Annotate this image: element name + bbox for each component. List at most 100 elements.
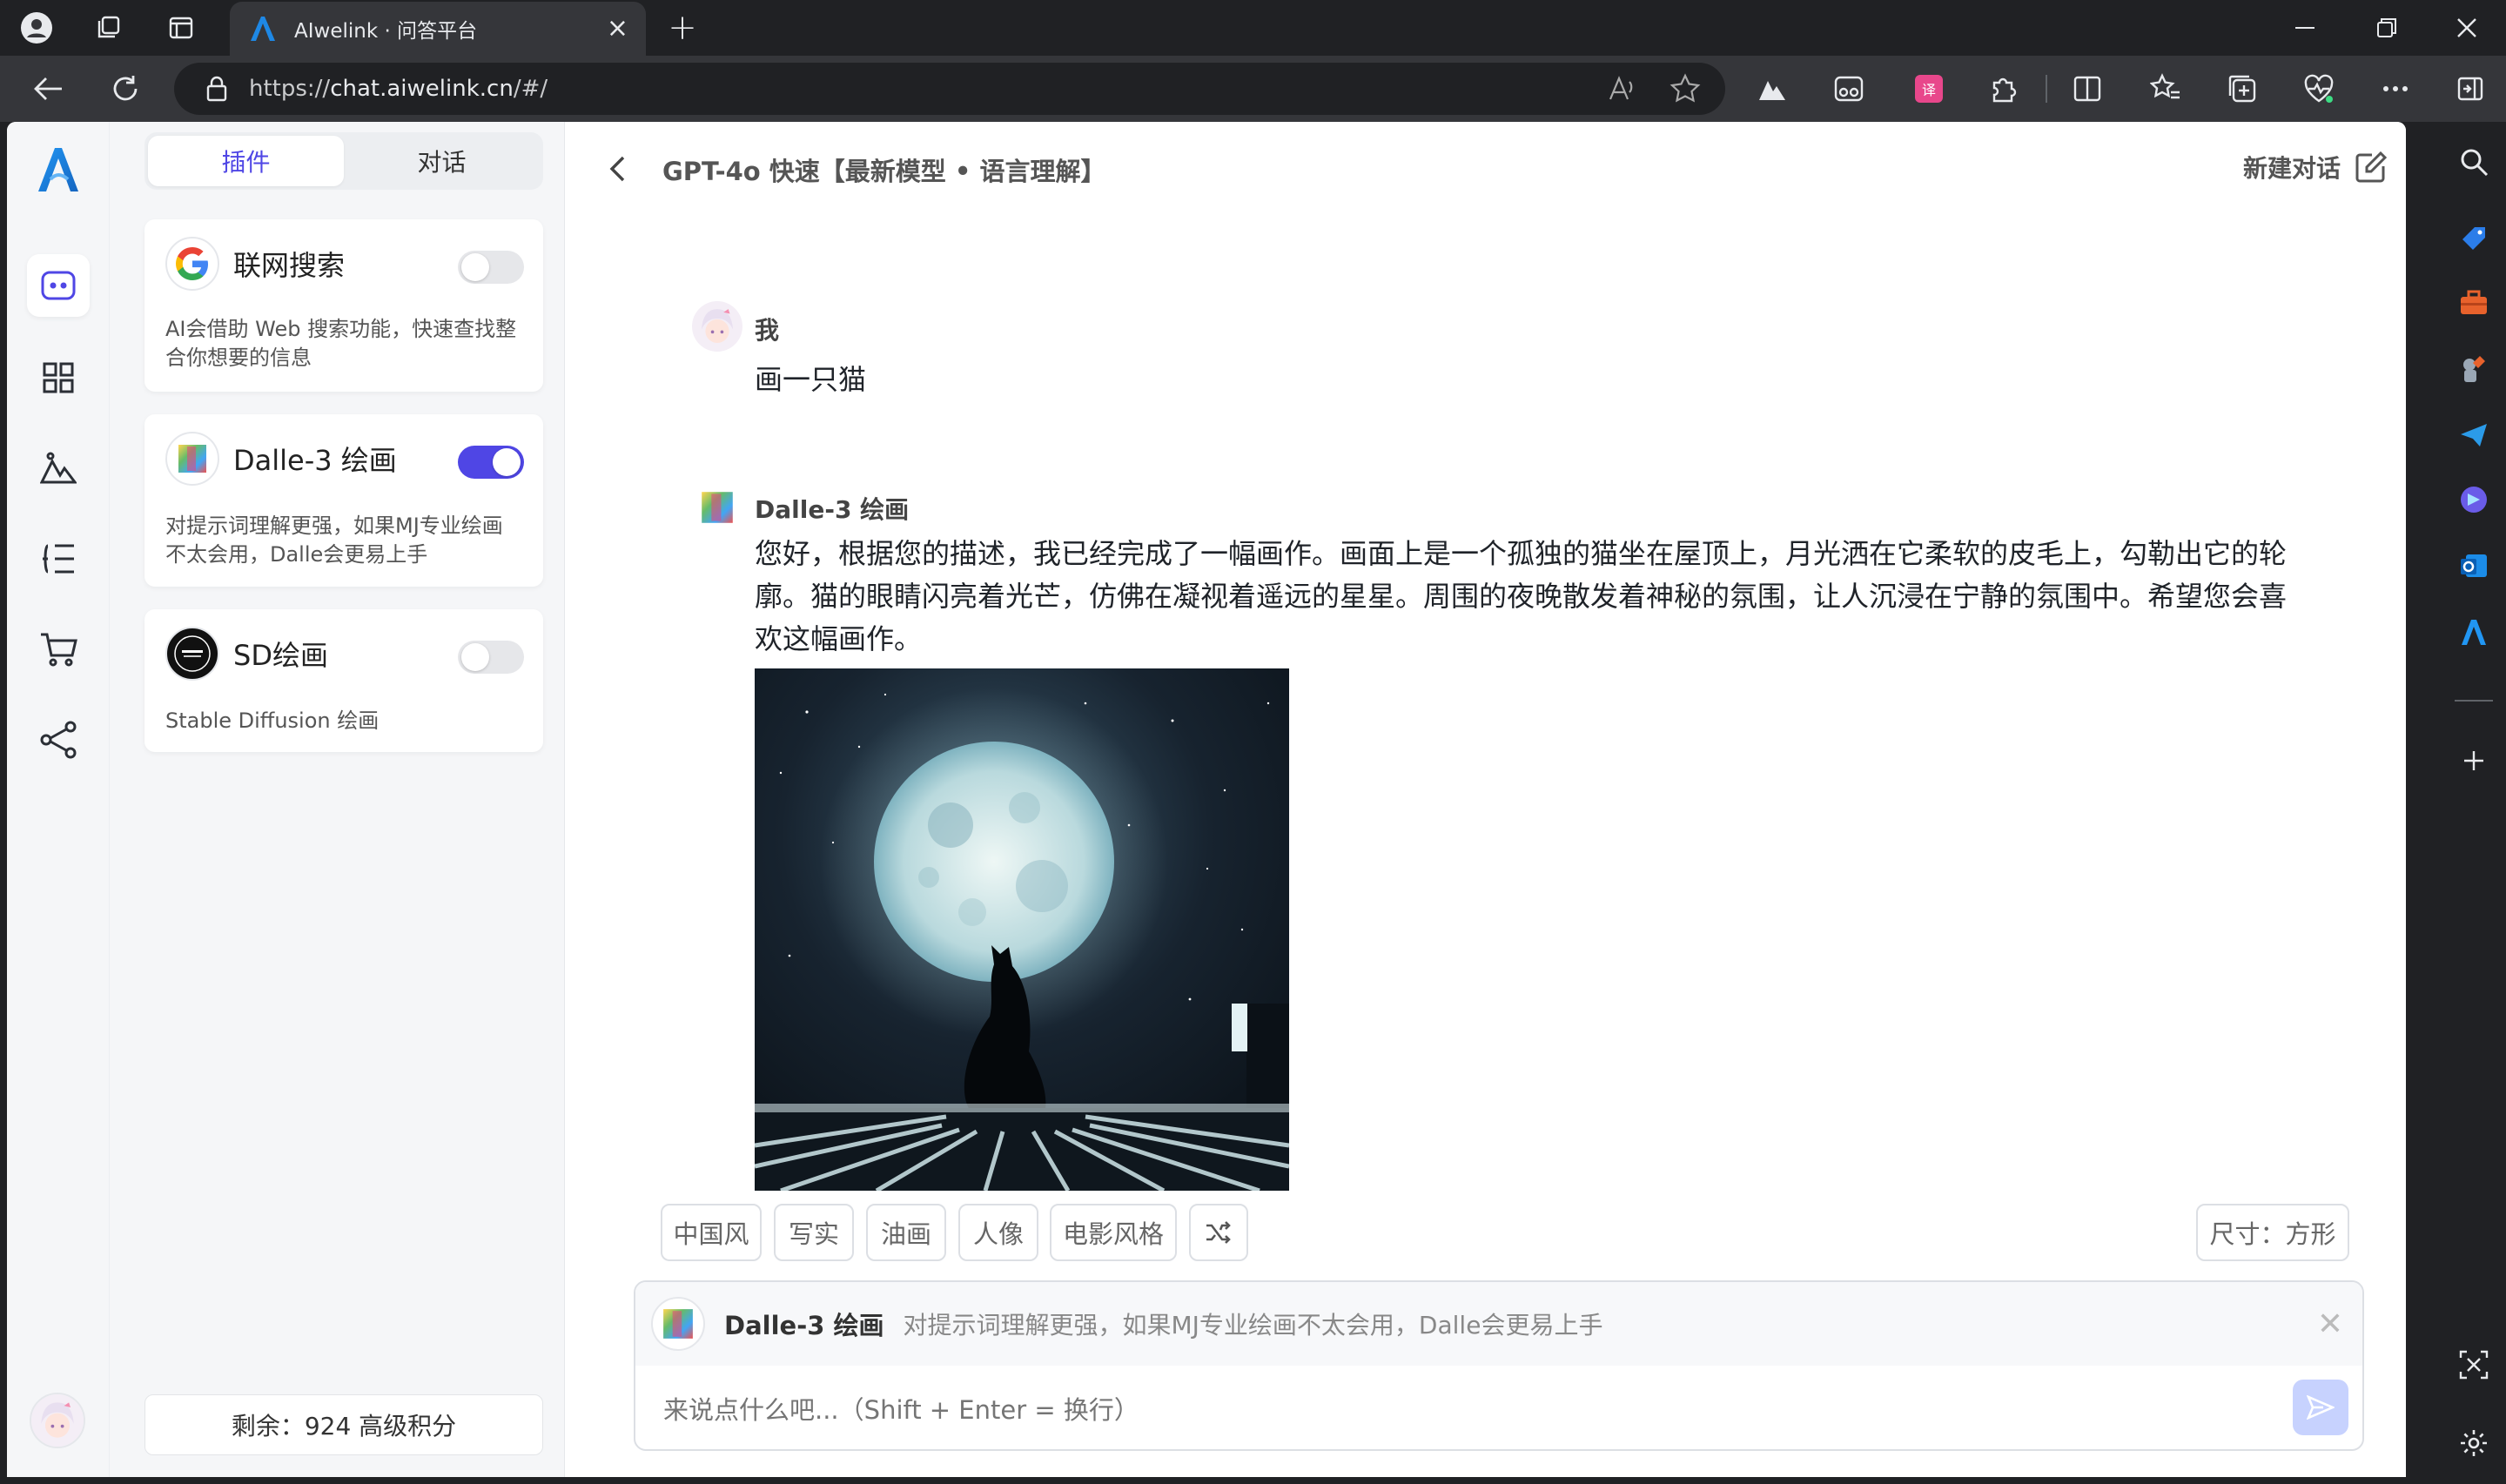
refresh-icon[interactable] bbox=[106, 70, 144, 108]
workspaces-icon[interactable] bbox=[89, 9, 127, 47]
style-chip[interactable]: 人像 bbox=[958, 1204, 1038, 1261]
user-message-avatar bbox=[692, 301, 742, 352]
style-chip[interactable]: 中国风 bbox=[661, 1204, 762, 1261]
new-chat-button[interactable]: 新建对话 bbox=[2243, 150, 2388, 185]
sidebar-screenshot-icon[interactable] bbox=[2455, 1346, 2493, 1384]
close-tab-icon[interactable]: × bbox=[607, 16, 628, 42]
extensions-puzzle-icon[interactable] bbox=[1986, 71, 2021, 106]
remove-plugin-close-icon[interactable]: ✕ bbox=[2317, 1306, 2343, 1342]
nav-cart-icon[interactable] bbox=[27, 618, 90, 681]
active-plugin-name: Dalle-3 绘画 bbox=[724, 1311, 884, 1340]
plugin-name: 联网搜索 bbox=[233, 249, 346, 282]
sidebar-toggle-icon[interactable] bbox=[2453, 71, 2488, 106]
extension-glasses-icon[interactable] bbox=[1831, 71, 1866, 106]
sidebar-search-icon[interactable] bbox=[2455, 143, 2493, 181]
sidebar-send-icon[interactable] bbox=[2455, 416, 2493, 454]
back-chevron-icon[interactable] bbox=[600, 151, 635, 186]
plugin-card-web-search[interactable]: 联网搜索 AI会借助 Web 搜索功能，快速查找整合你想要的信息 bbox=[144, 219, 543, 392]
restore-icon[interactable] bbox=[2361, 9, 2413, 47]
panel-segment-control: 插件 对话 bbox=[144, 132, 543, 190]
web-page: 插件 对话 联网搜索 AI会借助 Web 搜索功能，快速查找整合你想要的信息 D… bbox=[7, 122, 2406, 1477]
collections-icon[interactable] bbox=[2225, 71, 2260, 106]
plugin-name: Dalle-3 绘画 bbox=[233, 444, 397, 477]
tab-plugins[interactable]: 插件 bbox=[148, 136, 344, 186]
lock-icon[interactable] bbox=[205, 76, 228, 102]
read-aloud-icon[interactable] bbox=[1607, 73, 1638, 104]
edit-icon bbox=[2355, 151, 2388, 183]
profile-icon[interactable] bbox=[17, 9, 56, 47]
sd-logo-icon bbox=[165, 627, 219, 681]
favorites-icon[interactable] bbox=[2148, 71, 2183, 106]
plugin-desc: 对提示词理解更强，如果MJ专业绘画不太会用，Dalle会更易上手 bbox=[165, 514, 503, 567]
plugin-card-dalle3[interactable]: Dalle-3 绘画 对提示词理解更强，如果MJ专业绘画不太会用，Dalle会更… bbox=[144, 414, 543, 587]
sidebar-outlook-icon[interactable] bbox=[2455, 547, 2493, 585]
send-icon bbox=[2307, 1395, 2335, 1420]
web-search-toggle[interactable] bbox=[458, 251, 524, 284]
sidebar-add-icon[interactable] bbox=[2455, 742, 2493, 780]
extension-translate-icon[interactable]: 译 bbox=[1911, 71, 1946, 106]
nav-chat-icon[interactable] bbox=[27, 254, 90, 317]
browser-sidebar bbox=[2442, 122, 2506, 1484]
message-text: 您好，根据您的描述，我已经完成了一幅画作。画面上是一个孤独的猫坐在屋顶上，月光洒… bbox=[755, 537, 2288, 655]
address-bar[interactable]: https://chat.aiwelink.cn/#/ bbox=[174, 63, 1725, 115]
tab-conversations[interactable]: 对话 bbox=[344, 136, 540, 186]
tab-title: AIwelink · 问答平台 bbox=[294, 20, 478, 43]
nav-drawing-icon[interactable] bbox=[27, 437, 90, 500]
plugin-name: SD绘画 bbox=[233, 639, 328, 672]
dalle-logo-icon bbox=[651, 1297, 705, 1351]
plugin-card-sd[interactable]: SD绘画 Stable Diffusion 绘画 bbox=[144, 609, 543, 752]
user-avatar[interactable] bbox=[30, 1393, 85, 1448]
new-tab-icon[interactable]: + bbox=[663, 8, 702, 48]
shuffle-style-button[interactable] bbox=[1189, 1204, 1248, 1261]
message-input[interactable] bbox=[663, 1395, 2230, 1425]
style-chip[interactable]: 电影风格 bbox=[1050, 1204, 1177, 1261]
extension-mountain-icon[interactable] bbox=[1755, 71, 1790, 106]
size-selector[interactable]: 尺寸：方形 bbox=[2196, 1204, 2349, 1261]
sidebar-aiwelink-icon[interactable] bbox=[2455, 613, 2493, 651]
browser-toolbar: https://chat.aiwelink.cn/#/ 译 bbox=[0, 56, 2506, 122]
send-button[interactable] bbox=[2293, 1380, 2348, 1435]
sidebar-tools-briefcase-icon[interactable] bbox=[2455, 284, 2493, 322]
chat-area: GPT-4o 快速【最新模型 • 语言理解】 新建对话 我 画一只猫 Dalle… bbox=[565, 122, 2406, 1477]
dalle-message-avatar bbox=[692, 482, 742, 533]
style-chip[interactable]: 油画 bbox=[866, 1204, 946, 1261]
close-window-icon[interactable] bbox=[2441, 9, 2493, 47]
generated-cat-image[interactable] bbox=[755, 668, 1289, 1191]
app-logo-icon[interactable] bbox=[33, 144, 84, 195]
active-plugin-desc: 对提示词理解更强，如果MJ专业绘画不太会用，Dalle会更易上手 bbox=[903, 1311, 1603, 1340]
app-nav-rail bbox=[7, 122, 110, 1477]
svg-text:译: 译 bbox=[1922, 82, 1936, 98]
toolbar-divider bbox=[2046, 75, 2047, 103]
message-sender: 我 bbox=[755, 316, 780, 345]
sd-toggle[interactable] bbox=[458, 641, 524, 674]
message-text: 画一只猫 bbox=[755, 363, 867, 396]
nav-list-icon[interactable] bbox=[27, 527, 90, 590]
minimize-icon[interactable] bbox=[2279, 9, 2331, 47]
sidebar-shopping-tag-icon[interactable] bbox=[2455, 219, 2493, 258]
plugin-desc: Stable Diffusion 绘画 bbox=[165, 708, 380, 733]
shuffle-icon bbox=[1206, 1221, 1231, 1244]
message-sender: Dalle-3 绘画 bbox=[755, 495, 910, 524]
nav-share-icon[interactable] bbox=[27, 708, 90, 771]
tab-actions-icon[interactable] bbox=[162, 9, 200, 47]
active-plugin-bar: Dalle-3 绘画 对提示词理解更强，如果MJ专业绘画不太会用，Dalle会更… bbox=[635, 1282, 2362, 1366]
split-screen-icon[interactable] bbox=[2070, 71, 2105, 106]
browser-tab-active[interactable]: AIwelink · 问答平台 × bbox=[230, 2, 646, 56]
dalle-logo-icon bbox=[165, 432, 219, 486]
new-chat-label: 新建对话 bbox=[2243, 154, 2341, 183]
favorite-star-icon[interactable] bbox=[1670, 73, 1701, 104]
sidebar-settings-gear-icon[interactable] bbox=[2455, 1424, 2493, 1462]
sidebar-copilot-icon[interactable] bbox=[2455, 480, 2493, 519]
sidebar-games-icon[interactable] bbox=[2455, 350, 2493, 388]
plugin-panel: 插件 对话 联网搜索 AI会借助 Web 搜索功能，快速查找整合你想要的信息 D… bbox=[110, 122, 565, 1477]
plugin-desc: AI会借助 Web 搜索功能，快速查找整合你想要的信息 bbox=[165, 317, 517, 370]
style-chip[interactable]: 写实 bbox=[774, 1204, 854, 1261]
nav-apps-grid-icon[interactable] bbox=[27, 346, 90, 409]
browser-health-icon[interactable] bbox=[2301, 71, 2336, 106]
back-icon[interactable] bbox=[30, 70, 68, 108]
dalle3-toggle[interactable] bbox=[458, 446, 524, 479]
message-composer: Dalle-3 绘画 对提示词理解更强，如果MJ专业绘画不太会用，Dalle会更… bbox=[634, 1280, 2364, 1451]
more-options-icon[interactable] bbox=[2378, 71, 2413, 106]
chat-title: GPT-4o 快速【最新模型 • 语言理解】 bbox=[662, 157, 1106, 186]
credits-remaining: 剩余：924 高级积分 bbox=[144, 1394, 543, 1455]
